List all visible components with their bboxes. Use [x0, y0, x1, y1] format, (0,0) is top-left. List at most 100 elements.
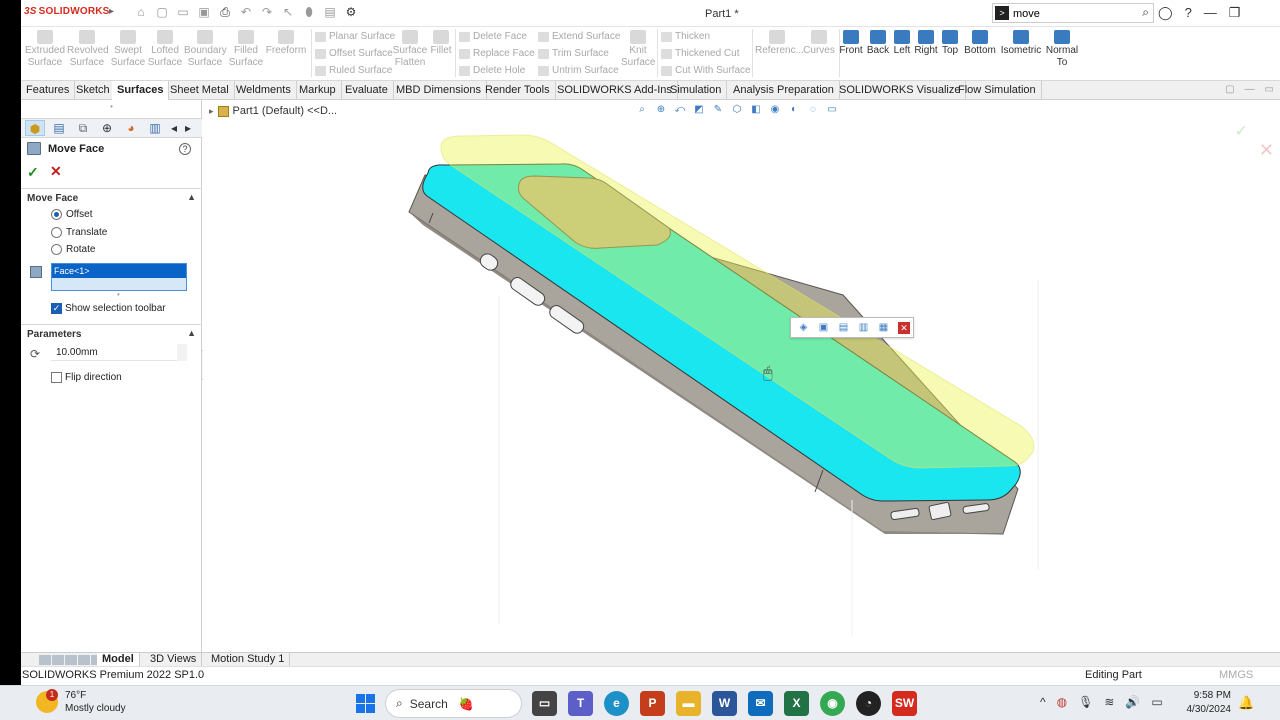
restore-icon[interactable]: ❐ — [1229, 5, 1241, 21]
parameters-section-header[interactable]: Parameters ▲ — [21, 324, 202, 342]
solidworks-taskbar-icon[interactable]: SW — [892, 691, 917, 716]
boundary-surface-button[interactable]: Boundary Surface — [184, 30, 227, 69]
close-toolbar-icon[interactable]: ✕ — [898, 321, 910, 334]
swept-surface-button[interactable]: Swept Surface — [109, 30, 147, 69]
delete-hole-button[interactable]: Delete Hole — [459, 65, 525, 76]
tab-solidworks-visualize[interactable]: SOLIDWORKS Visualize — [834, 81, 967, 100]
tab-sketch[interactable]: Sketch — [71, 81, 116, 100]
obs-icon[interactable]: ◔ — [856, 691, 881, 716]
undo-icon[interactable]: ↶ — [238, 4, 254, 20]
tab-render-tools[interactable]: Render Tools — [480, 81, 556, 100]
replace-face-button[interactable]: Replace Face — [459, 48, 535, 59]
view-front-button[interactable]: Front — [839, 30, 863, 57]
word-icon[interactable]: W — [712, 691, 737, 716]
radio-rotate[interactable] — [51, 244, 62, 255]
tab-flow-simulation[interactable]: Flow Simulation — [953, 81, 1042, 100]
microphone-icon[interactable]: 🎙 — [1078, 695, 1093, 709]
doc-restore-icon[interactable]: ▢ — [1225, 84, 1234, 95]
save-icon[interactable]: ▣ — [196, 4, 212, 20]
show-selection-toolbar-checkbox[interactable]: ✓ — [51, 303, 62, 314]
fillet-button[interactable]: Fillet — [429, 30, 453, 57]
list-resize-grip[interactable]: • — [117, 290, 120, 299]
option-translate[interactable]: Translate — [51, 227, 107, 238]
file-properties-icon[interactable]: ▤ — [322, 4, 338, 20]
antivirus-icon[interactable]: ◍ — [1057, 695, 1067, 709]
cut-with-surface-button[interactable]: Cut With Surface — [661, 65, 751, 76]
taskbar-search[interactable]: ⌕ Search 🍓 — [385, 689, 522, 718]
edge-icon[interactable]: e — [604, 691, 629, 716]
configuration-manager-icon[interactable]: ⧉ — [73, 120, 93, 136]
view-bottom-button[interactable]: Bottom — [963, 30, 997, 57]
ok-button[interactable]: ✓ — [27, 164, 39, 181]
weather-widget[interactable]: 1 76°F Mostly cloudy — [36, 689, 126, 715]
face-selection-box[interactable]: Face<1> — [51, 263, 187, 291]
scroll-left-icon[interactable]: ◂ — [169, 120, 179, 136]
tab-model[interactable]: Model — [97, 653, 140, 667]
clock[interactable]: 9:58 PM 4/30/2024 — [1185, 689, 1232, 717]
teams-icon[interactable]: T — [568, 691, 593, 716]
tab-features[interactable]: Features — [21, 81, 76, 100]
view-back-button[interactable]: Back — [866, 30, 890, 57]
print-icon[interactable]: ⎙ — [217, 4, 233, 20]
help-icon[interactable]: ? — [1185, 5, 1192, 21]
dimxpert-icon[interactable]: ⊕ — [97, 120, 117, 136]
tab-evaluate[interactable]: Evaluate — [340, 81, 394, 100]
help-button[interactable]: ? — [179, 143, 191, 155]
collapse-chevron-icon[interactable]: ▲ — [187, 192, 196, 202]
reference-geometry-button[interactable]: Referenc... — [755, 30, 804, 57]
tab-sheet-metal[interactable]: Sheet Metal — [165, 81, 235, 100]
thicken-button[interactable]: Thicken — [661, 31, 710, 42]
tab-mbd-dimensions[interactable]: MBD Dimensions — [391, 81, 487, 100]
tab-motion-study[interactable]: Motion Study 1 — [206, 653, 291, 667]
panel-grip[interactable]: • — [21, 100, 202, 118]
tab-solidworks-add-ins[interactable]: SOLIDWORKS Add-Ins — [552, 81, 678, 100]
filled-surface-button[interactable]: Filled Surface — [228, 30, 264, 69]
start-button[interactable] — [356, 694, 375, 713]
open-icon[interactable]: ▭ — [175, 4, 191, 20]
notifications-bell-icon[interactable]: 🔔 — [1238, 695, 1254, 711]
search-input[interactable] — [1013, 6, 1123, 21]
move-face-section-header[interactable]: Move Face ▲ — [21, 188, 202, 206]
tab-scroll-arrows[interactable] — [39, 655, 103, 665]
tab-3d-views[interactable]: 3D Views — [145, 653, 203, 667]
battery-icon[interactable]: ▭ — [1151, 695, 1162, 709]
planar-surface-button[interactable]: Planar Surface — [315, 31, 395, 42]
minimize-icon[interactable]: — — [1204, 5, 1217, 21]
new-document-icon[interactable]: ▢ — [154, 4, 170, 20]
wifi-icon[interactable]: ≋ — [1104, 695, 1114, 709]
extruded-surface-button[interactable]: Extruded Surface — [25, 30, 65, 69]
property-manager-icon[interactable]: ▤ — [49, 120, 69, 136]
chrome-icon[interactable]: ◉ — [820, 691, 845, 716]
command-search-box[interactable]: > ⌕ — [992, 3, 1154, 23]
options-gear-icon[interactable]: ⚙ — [343, 4, 359, 20]
rebuild-icon[interactable]: ⬮ — [301, 4, 317, 20]
radio-translate[interactable] — [51, 227, 62, 238]
radio-offset[interactable] — [51, 209, 62, 220]
tab-surfaces[interactable]: Surfaces — [112, 81, 170, 100]
select-icon[interactable]: ↖ — [280, 4, 296, 20]
lofted-surface-button[interactable]: Lofted Surface — [147, 30, 183, 69]
select-connected-icon[interactable]: ▤ — [835, 320, 852, 335]
extend-surface-button[interactable]: Extend Surface — [538, 31, 620, 42]
option-offset[interactable]: Offset — [51, 209, 93, 220]
volume-icon[interactable]: 🔊 — [1125, 695, 1140, 709]
distance-spinner[interactable] — [177, 344, 187, 361]
collapse-chevron-icon[interactable]: ▲ — [187, 328, 196, 338]
cam-manager-icon[interactable]: ▥ — [145, 120, 165, 136]
menu-expand-icon[interactable]: ▸ — [109, 6, 114, 17]
surface-flatten-button[interactable]: Surface Flatten — [391, 30, 429, 69]
powerpoint-icon[interactable]: P — [640, 691, 665, 716]
untrim-surface-button[interactable]: Untrim Surface — [538, 65, 619, 76]
selected-face-item[interactable]: Face<1> — [52, 264, 186, 278]
curves-button[interactable]: Curves — [801, 30, 837, 57]
file-explorer-icon[interactable]: ▬ — [676, 691, 701, 716]
distance-field[interactable] — [51, 344, 177, 361]
unit-system[interactable]: MMGS — [1219, 669, 1253, 681]
option-rotate[interactable]: Rotate — [51, 244, 95, 255]
revolved-surface-button[interactable]: Revolved Surface — [67, 30, 109, 69]
select-features-icon[interactable]: ▥ — [855, 320, 872, 335]
cancel-button[interactable]: ✕ — [50, 163, 62, 180]
flip-direction-checkbox[interactable] — [51, 372, 62, 383]
display-manager-icon[interactable]: ◕ — [121, 120, 141, 136]
scroll-right-icon[interactable]: ▸ — [183, 120, 193, 136]
